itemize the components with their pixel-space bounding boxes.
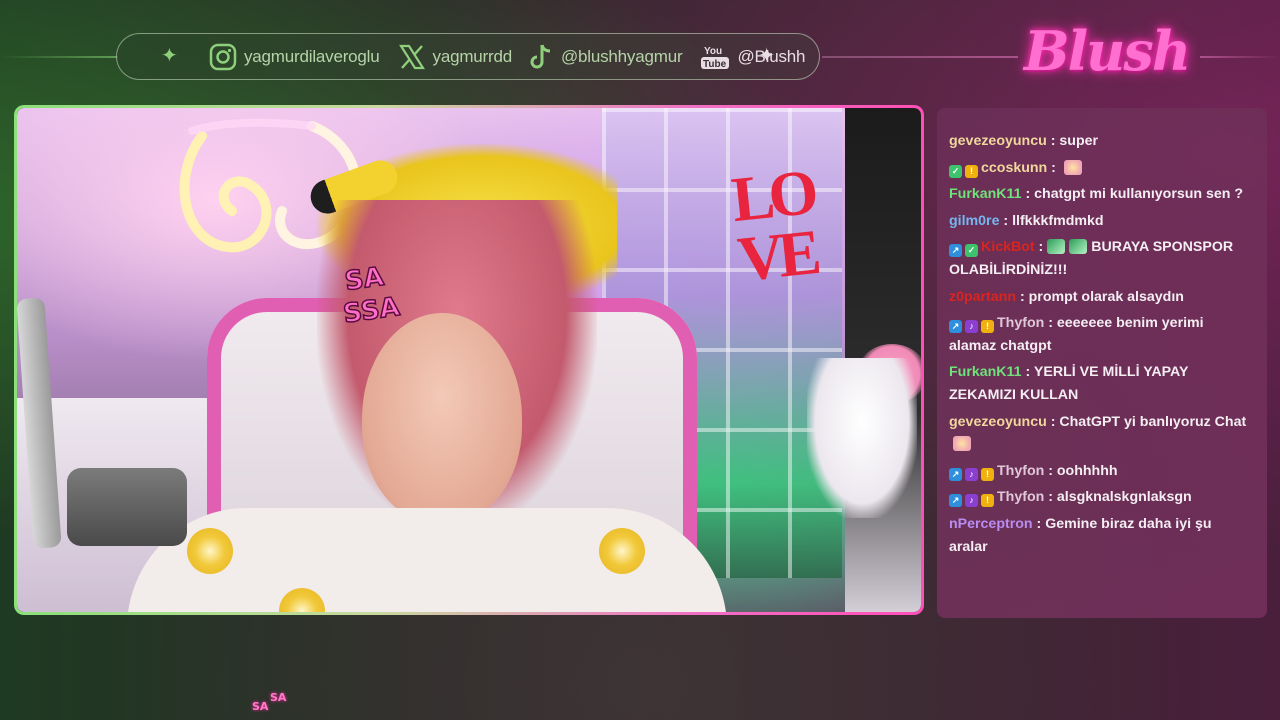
chat-username[interactable]: gevezeoyuncu bbox=[949, 133, 1047, 149]
chat-username[interactable]: ccoskunn bbox=[981, 160, 1047, 176]
cardigan-flower bbox=[187, 528, 233, 574]
sparkle-icon: ✦ bbox=[758, 45, 775, 67]
chat-separator: : bbox=[1021, 364, 1034, 381]
saa-sticker-text-top: SA bbox=[343, 262, 386, 297]
chat-message-text: llfkkkfmdmkd bbox=[1012, 212, 1104, 229]
chat-username[interactable]: KickBot bbox=[981, 239, 1035, 255]
user-badge-icon: ↗ bbox=[949, 467, 962, 481]
chat-message: FurkanK11 : chatgpt mi kullanıyorsun sen… bbox=[949, 183, 1253, 206]
chat-panel: gevezeoyuncu : super ✓! ccoskunn : FurkanK… bbox=[937, 108, 1267, 618]
user-badge-icon: ↗ bbox=[949, 494, 962, 508]
user-badge-icon: ! bbox=[981, 467, 994, 481]
chat-separator: : bbox=[1046, 133, 1060, 149]
x-logo-icon bbox=[398, 43, 426, 71]
emote-icon bbox=[1047, 239, 1066, 255]
chat-username[interactable]: Thyfon bbox=[997, 463, 1044, 479]
chat-separator: : bbox=[1034, 239, 1048, 256]
chat-username[interactable]: gevezeoyuncu bbox=[949, 414, 1047, 430]
sparkle-icon: ✦ bbox=[161, 45, 178, 67]
chat-username[interactable]: Thyfon bbox=[997, 489, 1044, 505]
chat-separator: : bbox=[1021, 186, 1035, 203]
chat-username[interactable]: gilm0re bbox=[949, 213, 999, 229]
youtube-link[interactable]: You Tube @Blushh bbox=[700, 43, 805, 71]
user-badge-icon: ↗ bbox=[949, 320, 962, 334]
chat-message: z0partann : prompt olarak alsaydın bbox=[949, 286, 1253, 309]
user-badge-icon: ♪ bbox=[965, 494, 978, 508]
youtube-icon: You Tube bbox=[700, 43, 730, 71]
chat-message: gilm0re : llfkkkfmdmkd bbox=[949, 210, 1253, 233]
chat-message: ↗ ♪! Thyfon : oohhhhh bbox=[949, 460, 1253, 483]
webcam-scene: LO VE SA SSA bbox=[17, 108, 921, 612]
user-badge-icon: ✓ bbox=[949, 164, 962, 178]
youtube-icon-text-bottom: Tube bbox=[703, 59, 727, 70]
microphone bbox=[67, 468, 187, 546]
chat-separator: : bbox=[1046, 413, 1060, 430]
chat-separator: : bbox=[1044, 489, 1057, 506]
chat-username[interactable]: nPerceptron bbox=[949, 516, 1033, 532]
chat-separator: : bbox=[1047, 159, 1060, 176]
chat-message: nPerceptron : Gemine biraz daha iyi şu a… bbox=[949, 513, 1253, 558]
chat-separator: : bbox=[1044, 462, 1057, 479]
chat-separator: : bbox=[1044, 315, 1057, 332]
user-badge-icon: ♪ bbox=[965, 467, 978, 481]
tiktok-handle: @blushhyagmur bbox=[560, 46, 683, 66]
instagram-link[interactable]: yagmurdilaveroglu bbox=[209, 43, 380, 71]
emote-icon bbox=[953, 436, 971, 452]
chat-username[interactable]: FurkanK11 bbox=[949, 364, 1022, 380]
user-badge-icon: ! bbox=[981, 494, 994, 508]
chat-message-text: super bbox=[1059, 133, 1099, 149]
chat-message: gevezeoyuncu : ChatGPT yi banlıyoruz Cha… bbox=[949, 411, 1253, 456]
instagram-icon bbox=[209, 43, 237, 71]
chat-message: gevezeoyuncu : super bbox=[949, 130, 1253, 153]
tiktok-link[interactable]: @blushhyagmur bbox=[530, 43, 683, 71]
user-badge-icon: ✓ bbox=[965, 244, 978, 258]
emote-icon bbox=[1069, 239, 1088, 255]
bottom-saa-sticker: SA SA bbox=[252, 692, 286, 712]
chat-message-text: ChatGPT yi banlıyoruz Chat bbox=[1059, 413, 1247, 430]
user-badge-icon: ! bbox=[981, 320, 994, 334]
tiktok-icon bbox=[530, 43, 554, 71]
saa-sticker: SA SSA bbox=[341, 261, 403, 330]
chat-message-text: prompt olarak alsaydın bbox=[1028, 288, 1184, 305]
chat-separator: : bbox=[999, 212, 1013, 229]
chat-message: ↗ ♪! Thyfon : eeeeeee benim yerimi alamaz … bbox=[949, 312, 1253, 357]
top-divider-right bbox=[822, 56, 1018, 58]
top-divider-left bbox=[0, 56, 118, 58]
unicorn-plush bbox=[807, 358, 917, 518]
chat-separator: : bbox=[1032, 515, 1046, 532]
person-face bbox=[362, 313, 522, 523]
blush-logo: Blush bbox=[1024, 19, 1191, 83]
user-badge-icon: ! bbox=[965, 164, 978, 178]
cardigan-flower bbox=[599, 528, 645, 574]
instagram-handle: yagmurdilaveroglu bbox=[244, 46, 380, 66]
chat-message: ↗ ♪! Thyfon : alsgknalskgnlaksgn bbox=[949, 486, 1253, 509]
chat-message: ✓! ccoskunn : bbox=[949, 157, 1253, 180]
saa-sticker-text-bottom: SSA bbox=[341, 292, 401, 330]
webcam-video-frame[interactable]: LO VE SA SSA bbox=[14, 105, 924, 615]
chat-separator: : bbox=[1016, 288, 1029, 305]
top-divider-far-right bbox=[1200, 56, 1280, 58]
chat-message: FurkanK11 : YERLİ VE MİLLİ YAPAY ZEKAMIZ… bbox=[949, 361, 1253, 406]
chat-message: ↗ ✓ KickBot : BURAYA SPONSPOR OLABİLİRDİNİ… bbox=[949, 236, 1253, 281]
social-links-bar: ✦ yagmurdilaveroglu yagmurrdd @blushhyag… bbox=[116, 33, 820, 80]
chat-message-text: chatgpt mi kullanıyorsun sen ? bbox=[1034, 186, 1244, 203]
chat-username[interactable]: z0partann bbox=[949, 289, 1016, 305]
x-link[interactable]: yagmurrdd bbox=[398, 43, 512, 71]
chat-message-text: alsgknalskgnlaksgn bbox=[1056, 489, 1192, 506]
chat-message-list: gevezeoyuncu : super ✓! ccoskunn : FurkanK… bbox=[949, 130, 1253, 558]
chat-username[interactable]: FurkanK11 bbox=[949, 186, 1022, 202]
chat-message-text: oohhhhh bbox=[1056, 462, 1118, 479]
youtube-icon-text-top: You bbox=[704, 46, 722, 57]
emote-icon bbox=[1063, 159, 1082, 175]
user-badge-icon: ↗ bbox=[949, 244, 962, 258]
x-handle: yagmurrdd bbox=[432, 46, 513, 66]
bottom-sticker-line-1: SA bbox=[270, 691, 287, 704]
chat-username[interactable]: Thyfon bbox=[997, 315, 1044, 331]
user-badge-icon: ♪ bbox=[965, 320, 978, 334]
love-wall-sign: LO VE bbox=[728, 156, 819, 295]
